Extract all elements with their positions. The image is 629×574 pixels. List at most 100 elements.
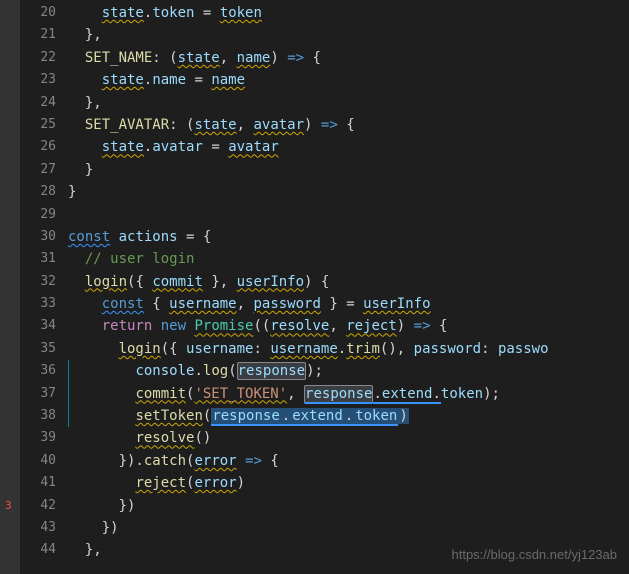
code-token: =>	[245, 453, 262, 469]
code-token: setToken	[135, 408, 202, 424]
code-line[interactable]: }	[68, 159, 629, 181]
code-token: SET_NAME	[85, 50, 152, 66]
code-line[interactable]: state.name = name	[68, 69, 629, 91]
code-token: );	[483, 386, 500, 402]
code-token: .	[281, 408, 291, 426]
code-line[interactable]: })	[68, 495, 629, 517]
code-token: {	[338, 117, 355, 133]
code-line[interactable]: })	[68, 517, 629, 539]
code-token: userInfo	[363, 296, 430, 312]
code-token: avatar	[152, 139, 203, 155]
indent	[68, 408, 135, 424]
indent	[68, 363, 135, 379]
code-editor: 3 20212223242526272829303132333435363738…	[0, 0, 629, 574]
code-line[interactable]: }	[68, 181, 629, 203]
line-number: 31	[30, 248, 56, 270]
code-token: actions	[119, 229, 178, 245]
indent	[68, 542, 85, 558]
code-line[interactable]: state.avatar = avatar	[68, 136, 629, 158]
code-token: username	[186, 341, 253, 357]
code-line[interactable]: ⌄const actions = {	[68, 226, 629, 248]
line-gutter[interactable]: 2021222324252627282930313233343536373839…	[20, 0, 68, 574]
code-line[interactable]: },	[68, 24, 629, 46]
code-token: password	[253, 296, 320, 312]
line-number: 38	[30, 405, 56, 427]
indent	[68, 117, 85, 133]
code-line[interactable]: ⌄ }).catch(error => {	[68, 450, 629, 472]
code-line[interactable]: ⌄ login({ username: username.trim(), pas…	[68, 338, 629, 360]
code-token	[237, 453, 245, 469]
code-token: );	[306, 363, 323, 379]
code-token: response	[237, 362, 306, 380]
code-line[interactable]: reject(error)	[68, 472, 629, 494]
line-number: 30	[30, 226, 56, 248]
line-number: 26	[30, 136, 56, 158]
code-line[interactable]: setToken(response.extend.token)	[68, 405, 629, 427]
code-token: ({	[161, 341, 186, 357]
code-token: },	[85, 95, 102, 111]
line-number: 32	[30, 271, 56, 293]
code-line[interactable]: },	[68, 92, 629, 114]
code-token: =	[186, 72, 211, 88]
code-token: } =	[321, 296, 363, 312]
code-line[interactable]	[68, 204, 629, 226]
code-token: login	[85, 274, 127, 290]
code-line[interactable]: console.log(response);	[68, 360, 629, 382]
code-line[interactable]: commit('SET_TOKEN', response.extend.toke…	[68, 383, 629, 405]
code-line[interactable]: ⌄ SET_NAME: (state, name) => {	[68, 47, 629, 69]
indent	[68, 95, 85, 111]
code-line[interactable]: ⌄ return new Promise((resolve, reject) =…	[68, 315, 629, 337]
code-token: }	[68, 184, 76, 200]
code-line[interactable]: const { username, password } = userInfo	[68, 293, 629, 315]
code-token: ,	[287, 386, 304, 402]
code-token: state	[102, 5, 144, 21]
code-line[interactable]: // user login	[68, 248, 629, 270]
code-token: // user login	[85, 251, 195, 267]
indent	[68, 274, 85, 290]
code-token: =>	[321, 117, 338, 133]
code-token: log	[203, 363, 228, 379]
code-line[interactable]: ⌄ SET_AVATAR: (state, avatar) => {	[68, 114, 629, 136]
code-area[interactable]: state.token = token },⌄ SET_NAME: (state…	[68, 0, 629, 574]
code-token: .	[373, 386, 381, 404]
code-token	[152, 318, 160, 334]
code-line[interactable]: state.token = token	[68, 2, 629, 24]
code-token: extend	[382, 386, 433, 404]
line-number: 44	[30, 539, 56, 561]
code-token: resolve	[135, 430, 194, 446]
line-number: 36	[30, 360, 56, 382]
line-number: 20	[30, 2, 56, 24]
code-token: token	[152, 5, 194, 21]
code-token: ,	[237, 117, 254, 133]
code-token: },	[85, 27, 102, 43]
code-token: extend	[291, 408, 344, 426]
code-token: token	[441, 386, 483, 402]
indent	[68, 498, 119, 514]
code-line[interactable]: resolve()	[68, 427, 629, 449]
code-token: state	[102, 72, 144, 88]
code-token: avatar	[253, 117, 304, 133]
indent	[68, 162, 85, 178]
line-number: 27	[30, 159, 56, 181]
code-token: const	[102, 296, 144, 312]
indent	[68, 520, 102, 536]
line-number: 41	[30, 472, 56, 494]
code-token: state	[178, 50, 220, 66]
code-token: commit	[152, 274, 203, 290]
code-token: const	[68, 229, 110, 245]
code-token: ((	[253, 318, 270, 334]
code-token: },	[203, 274, 237, 290]
code-token: avatar	[228, 139, 279, 155]
code-token: userInfo	[237, 274, 304, 290]
line-number: 21	[30, 24, 56, 46]
code-token: catch	[144, 453, 186, 469]
code-token: response	[304, 385, 373, 404]
code-token: )	[270, 50, 287, 66]
code-token: commit	[135, 386, 186, 402]
indent	[68, 386, 135, 402]
line-number: 28	[30, 181, 56, 203]
code-line[interactable]: ⌄ login({ commit }, userInfo) {	[68, 271, 629, 293]
code-token: trim	[346, 341, 380, 357]
indent	[68, 5, 102, 21]
activity-bar[interactable]: 3	[0, 0, 20, 574]
